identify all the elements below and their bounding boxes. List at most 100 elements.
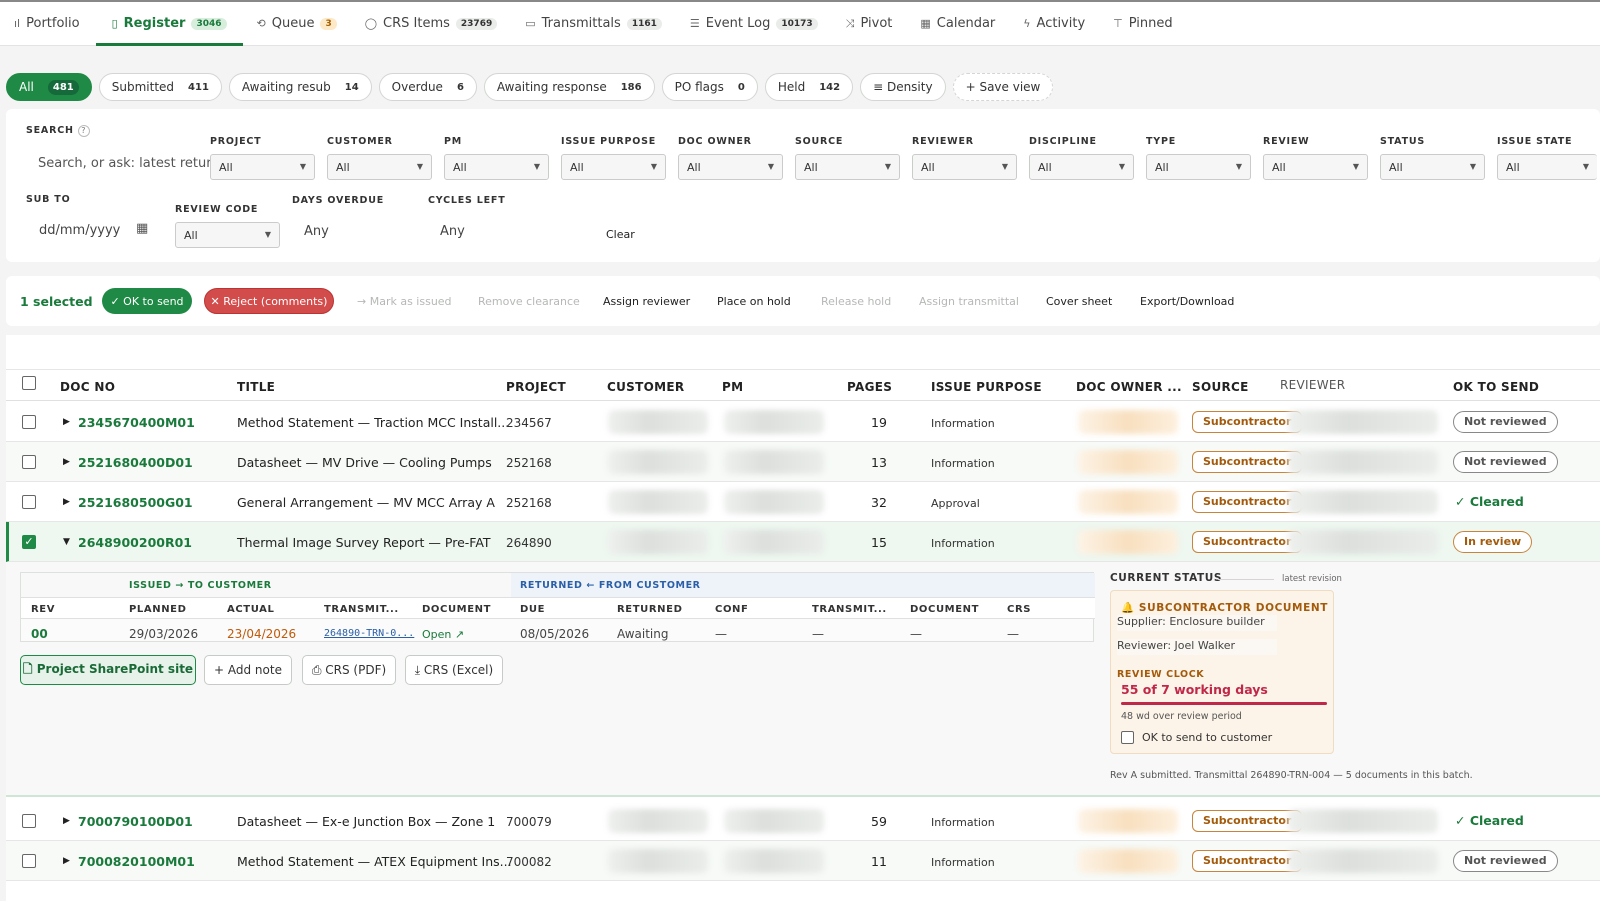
tab-event-log[interactable]: ☰ Event Log 10173 [676, 2, 832, 45]
ok-to-send-button[interactable]: ✓ OK to send [102, 288, 192, 314]
cycles-left-input[interactable]: Any [440, 224, 465, 239]
assign-transmittal-button[interactable]: Assign transmittal [919, 295, 1019, 308]
row-checkbox[interactable] [22, 455, 36, 469]
tab-crs-items[interactable]: ◯ CRS Items 23769 [351, 2, 512, 45]
row-checkbox[interactable]: ✓ [22, 535, 36, 549]
filter-project[interactable]: All [210, 154, 315, 180]
ok-to-send-checkbox[interactable] [1121, 731, 1134, 744]
crs-excel-button[interactable]: ⤓ CRS (Excel) [405, 655, 503, 685]
over-review-text: 48 wd over review period [1121, 711, 1242, 722]
filter-doc-owner[interactable]: All [678, 154, 783, 180]
crs-pdf-button[interactable]: ⎙ CRS (PDF) [302, 655, 396, 685]
place-on-hold-button[interactable]: Place on hold [717, 295, 791, 308]
table-row[interactable]: ▶ 7000790100D01 Datasheet — Ex-e Junctio… [6, 801, 1600, 841]
table-row[interactable]: ▶ 7000820100M01 Method Statement — ATEX … [6, 841, 1600, 881]
filter-review[interactable]: All [1263, 154, 1368, 180]
column-customer[interactable]: CUSTOMER [607, 380, 684, 394]
subcontractor-document-label: 🔔 SUBCONTRACTOR DOCUMENT [1121, 602, 1328, 614]
doc-number[interactable]: 2521680400D01 [78, 455, 193, 470]
collapse-chevron-icon[interactable]: ▼ [63, 537, 70, 547]
issue-purpose: Information [931, 417, 995, 430]
release-hold-button[interactable]: Release hold [821, 295, 891, 308]
calendar-icon[interactable]: ▦ [136, 221, 148, 236]
sub-to-date-input[interactable]: dd/mm/yyyy [39, 223, 120, 238]
column-issue-purpose[interactable]: ISSUE PURPOSE [931, 380, 1042, 394]
export-download-button[interactable]: Export/Download [1140, 295, 1234, 308]
row-checkbox[interactable] [22, 854, 36, 868]
column-pm[interactable]: PM [722, 380, 743, 394]
tab-portfolio[interactable]: ıl Portfolio [0, 2, 94, 45]
tab-pivot[interactable]: ⤨ Pivot [832, 2, 907, 45]
table-row[interactable]: ▶ 2521680400D01 Datasheet — MV Drive — C… [6, 442, 1600, 482]
expand-chevron-icon[interactable]: ▶ [63, 816, 70, 826]
reject-button[interactable]: ✕ Reject (comments) [204, 288, 334, 314]
row-checkbox[interactable] [22, 415, 36, 429]
doc-number[interactable]: 2521680500G01 [78, 495, 193, 510]
transmittal-link[interactable]: 264890-TRN-0... [324, 628, 414, 639]
chip-awaiting-response[interactable]: Awaiting response 186 [483, 73, 655, 101]
days-overdue-input[interactable]: Any [304, 224, 329, 239]
column-reviewer[interactable]: REVIEWER [1280, 378, 1345, 392]
save-view-button[interactable]: + Save view [952, 73, 1054, 101]
table-row-selected[interactable]: ✓ ▼ 2648900200R01 Thermal Image Survey R… [6, 522, 1600, 562]
row-checkbox[interactable] [22, 495, 36, 509]
filter-status[interactable]: All [1380, 154, 1485, 180]
filter-review-code[interactable]: All [175, 222, 280, 248]
clear-filters-button[interactable]: Clear [606, 228, 635, 241]
filter-customer[interactable]: All [327, 154, 432, 180]
column-project[interactable]: PROJECT [506, 380, 566, 394]
column-title[interactable]: TITLE [237, 380, 275, 394]
filter-reviewer[interactable]: All [912, 154, 1017, 180]
status-badge[interactable]: In review [1453, 531, 1533, 553]
mark-as-issued-button[interactable]: → Mark as issued [357, 295, 452, 308]
filter-type[interactable]: All [1146, 154, 1251, 180]
tab-register[interactable]: ▯ Register 3046 [95, 2, 243, 46]
column-ok-to-send[interactable]: OK TO SEND [1453, 380, 1539, 394]
doc-number[interactable]: 2345670400M01 [78, 415, 195, 430]
select-all-checkbox[interactable] [22, 376, 36, 390]
expand-chevron-icon[interactable]: ▶ [63, 856, 70, 866]
row-checkbox[interactable] [22, 814, 36, 828]
column-doc-owner[interactable]: DOC OWNER ... [1076, 380, 1182, 394]
chip-submitted[interactable]: Submitted 411 [98, 73, 222, 101]
chip-po-flags[interactable]: PO flags 0 [661, 73, 758, 101]
filter-source[interactable]: All [795, 154, 900, 180]
document-open-link[interactable]: Open ↗ [422, 628, 464, 641]
help-icon[interactable]: ? [77, 125, 90, 137]
search-input[interactable]: Search, or ask: latest retur [38, 156, 212, 171]
cover-sheet-button[interactable]: Cover sheet [1046, 295, 1112, 308]
tab-pinned[interactable]: ⊤ Pinned [1099, 2, 1187, 45]
filter-issue-state[interactable]: All [1497, 154, 1597, 180]
doc-number[interactable]: 2648900200R01 [78, 535, 192, 550]
column-doc-no[interactable]: DOC NO [60, 380, 115, 394]
density-button[interactable]: ≡ Density [860, 73, 946, 101]
tab-activity[interactable]: ϟ Activity [1009, 2, 1099, 45]
status-badge[interactable]: Not reviewed [1453, 850, 1558, 872]
tab-calendar[interactable]: ▦ Calendar [906, 2, 1009, 45]
filter-discipline[interactable]: All [1029, 154, 1134, 180]
chip-held[interactable]: Held 142 [764, 73, 854, 101]
filter-pm[interactable]: All [444, 154, 549, 180]
chip-awaiting-resub[interactable]: Awaiting resub 14 [228, 73, 372, 101]
table-row[interactable]: ▶ 2521680500G01 General Arrangement — MV… [6, 482, 1600, 522]
project-sharepoint-button[interactable]: 🗋 Project SharePoint site [20, 655, 196, 685]
tab-queue[interactable]: ⟲ Queue 3 [243, 2, 351, 45]
column-pages[interactable]: PAGES [847, 380, 892, 394]
doc-number[interactable]: 7000820100M01 [78, 854, 195, 869]
status-badge[interactable]: Not reviewed [1453, 451, 1558, 473]
filter-issue-purpose[interactable]: All [561, 154, 666, 180]
tab-transmittals[interactable]: ▭ Transmittals 1161 [511, 2, 676, 45]
add-note-button[interactable]: + Add note [204, 655, 292, 685]
remove-clearance-button[interactable]: Remove clearance [478, 295, 580, 308]
expand-chevron-icon[interactable]: ▶ [63, 457, 70, 467]
status-badge[interactable]: Not reviewed [1453, 411, 1558, 433]
chip-all[interactable]: All 481 [6, 73, 92, 101]
table-row[interactable]: ▶ 2345670400M01 Method Statement — Tract… [6, 402, 1600, 442]
expand-chevron-icon[interactable]: ▶ [63, 417, 70, 427]
assign-reviewer-button[interactable]: Assign reviewer [603, 295, 690, 308]
column-source[interactable]: SOURCE [1192, 380, 1249, 394]
source-badge: Subcontractor [1192, 531, 1303, 553]
chip-overdue[interactable]: Overdue 6 [378, 73, 477, 101]
expand-chevron-icon[interactable]: ▶ [63, 497, 70, 507]
doc-number[interactable]: 7000790100D01 [78, 814, 193, 829]
